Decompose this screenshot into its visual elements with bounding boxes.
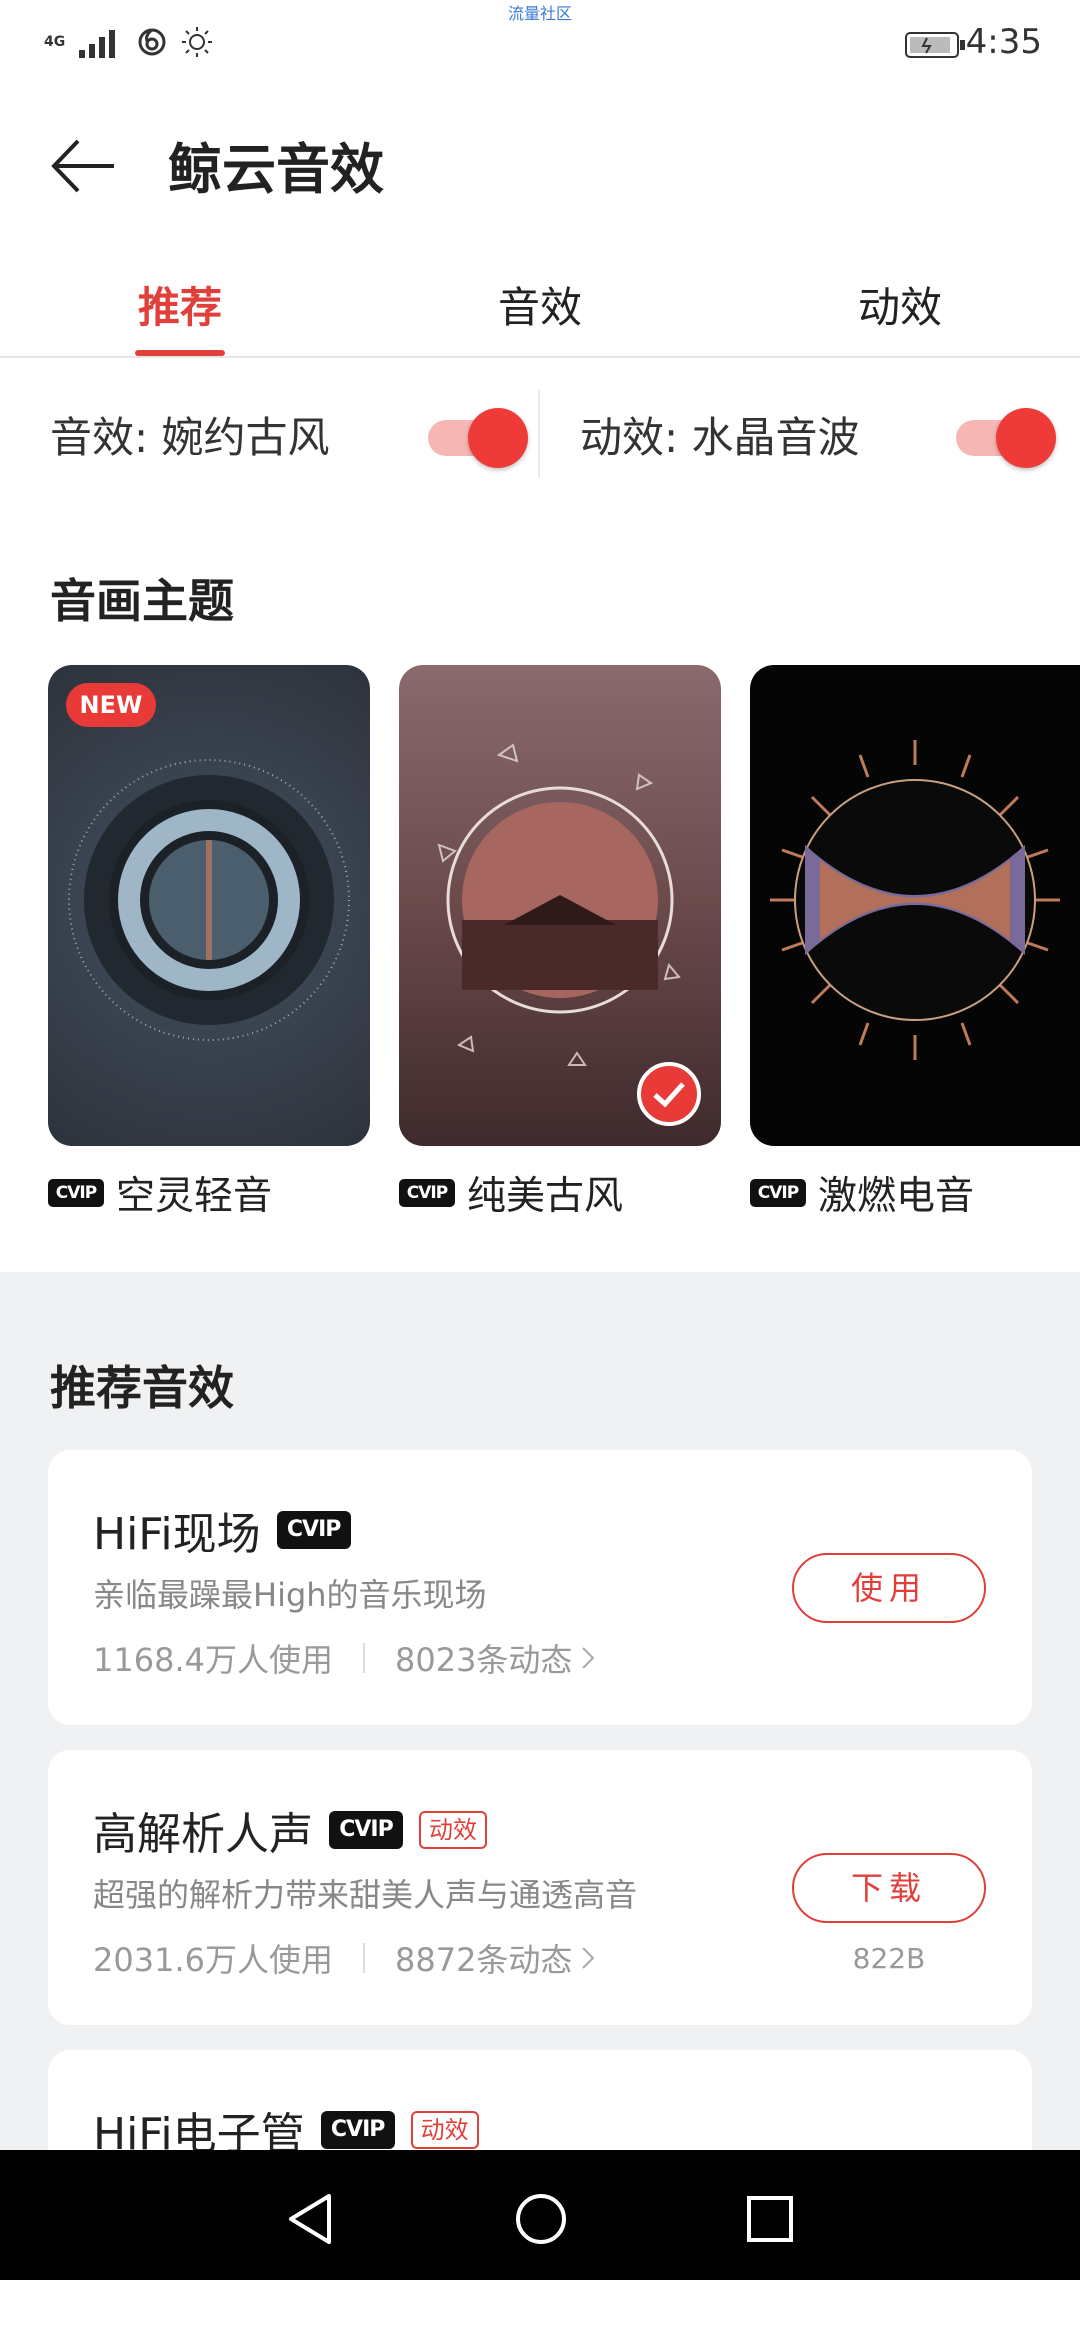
effect-users: 1168.4万人使用	[93, 1641, 333, 1679]
chevron-right-icon	[582, 1647, 595, 1669]
effect-posts-link[interactable]: 8023条动态	[395, 1635, 572, 1681]
arrow-left-icon	[51, 139, 114, 193]
selected-check-icon	[637, 1062, 701, 1126]
sound-effect-label: 音效: 婉约古风	[50, 413, 330, 462]
cvip-badge: CVIP	[399, 1179, 455, 1207]
motion-tag: 动效	[419, 1811, 487, 1849]
effect-stats: 1168.4万人使用 8023条动态	[93, 1635, 598, 1681]
signal-icon	[79, 30, 116, 58]
effect-title-row: HiFi现场 CVIP	[93, 1498, 351, 1562]
status-icons: 4G	[44, 26, 213, 58]
toggle-knob	[996, 408, 1056, 468]
effect-users: 2031.6万人使用	[93, 1941, 333, 1979]
tab-active-indicator	[135, 350, 225, 356]
tab-recommend[interactable]: 推荐	[0, 260, 360, 356]
toggle-knob	[468, 408, 528, 468]
use-button[interactable]: 使用	[792, 1553, 986, 1623]
stat-divider	[362, 1943, 365, 1973]
theme-card-classical[interactable]	[399, 665, 721, 1146]
theme-label-electronic: CVIP 激燃电音	[750, 1165, 974, 1221]
effect-description: 超强的解析力带来甜美人声与通透高音	[93, 1876, 638, 1914]
sound-effect-toggle[interactable]	[428, 408, 528, 468]
effect-posts-link[interactable]: 8872条动态	[395, 1935, 572, 1981]
motion-effect-toggle[interactable]	[956, 408, 1056, 468]
effect-title-row: 高解析人声 CVIP 动效	[93, 1798, 487, 1862]
motion-tag: 动效	[410, 2111, 479, 2149]
cvip-badge: CVIP	[48, 1179, 104, 1207]
theme-card-ethereal[interactable]: NEW	[48, 665, 370, 1146]
circle-home-icon[interactable]	[514, 2192, 568, 2246]
theme-label-classical: CVIP 纯美古风	[399, 1165, 623, 1221]
system-nav-bar	[0, 2150, 1080, 2280]
network-type: 4G	[44, 34, 66, 50]
effect-description: 亲临最躁最High的音乐现场	[93, 1576, 487, 1614]
theme-name: 激燃电音	[818, 1174, 975, 1219]
carrier-text: 流量社区	[507, 4, 572, 23]
toggle-divider	[538, 390, 540, 478]
theme-card-electronic[interactable]	[750, 665, 1080, 1146]
new-badge: NEW	[66, 683, 156, 727]
theme-name: 空灵轻音	[116, 1174, 273, 1219]
triangle-back-icon[interactable]	[285, 2192, 335, 2246]
brightness-icon	[182, 27, 213, 57]
effect-card-hifi-live[interactable]: HiFi现场 CVIP 亲临最躁最High的音乐现场 1168.4万人使用 80…	[48, 1450, 1032, 1725]
theme-electronic-artwork	[770, 740, 1060, 1060]
chevron-right-icon	[582, 1947, 595, 1969]
theme-ethereal-artwork	[68, 759, 350, 1041]
status-time: 4:35	[965, 22, 1042, 62]
effect-name: HiFi现场	[93, 1509, 261, 1560]
status-bar: 流量社区 4G 4:35	[0, 0, 1080, 90]
netease-icon	[138, 28, 166, 56]
effect-card-hi-res-vocal[interactable]: 高解析人声 CVIP 动效 超强的解析力带来甜美人声与通透高音 2031.6万人…	[48, 1750, 1032, 2025]
themes-section-title: 音画主题	[50, 574, 234, 628]
cvip-badge: CVIP	[276, 1511, 351, 1549]
tab-bar: 推荐 音效 动效	[0, 260, 1080, 358]
tab-sound-effects[interactable]: 音效	[360, 260, 720, 356]
square-recent-icon[interactable]	[745, 2194, 795, 2244]
motion-effect-label: 动效: 水晶音波	[580, 413, 860, 462]
battery-icon	[905, 32, 965, 58]
theme-name: 纯美古风	[467, 1174, 624, 1219]
download-size: 822B	[852, 1942, 926, 1975]
theme-label-ethereal: CVIP 空灵轻音	[48, 1165, 272, 1221]
effect-name: 高解析人声	[93, 1809, 313, 1860]
download-button[interactable]: 下载	[792, 1853, 986, 1923]
page-title: 鲸云音效	[168, 138, 384, 201]
effect-stats: 2031.6万人使用 8872条动态	[93, 1935, 598, 1981]
tab-motion-effects[interactable]: 动效	[720, 260, 1080, 356]
back-button[interactable]	[48, 135, 120, 197]
effects-section-title: 推荐音效	[50, 1361, 234, 1415]
cvip-badge: CVIP	[329, 1811, 403, 1849]
cvip-badge: CVIP	[750, 1179, 806, 1207]
cvip-badge: CVIP	[320, 2111, 395, 2149]
stat-divider	[362, 1643, 365, 1673]
